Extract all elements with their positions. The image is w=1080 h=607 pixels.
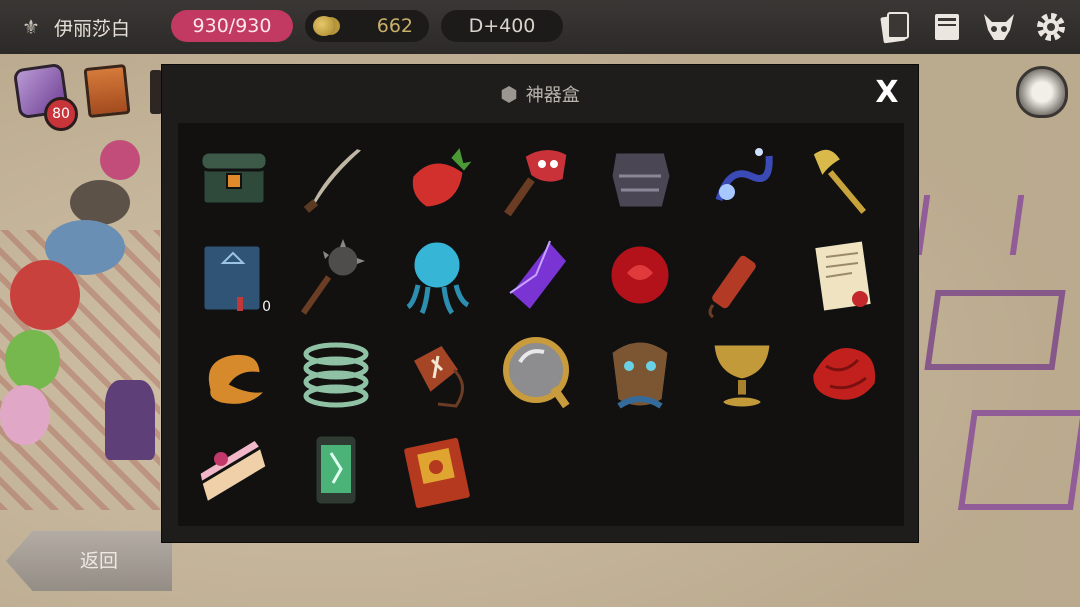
- cube-icon: ⬢: [500, 82, 518, 106]
- red-spellbook-icon[interactable]: [394, 427, 480, 513]
- artifact-slot[interactable]: [389, 228, 485, 324]
- map-rune-tile: [915, 195, 1025, 255]
- strawberry-icon[interactable]: [394, 136, 480, 222]
- gear-icon[interactable]: [1032, 8, 1070, 46]
- hp-display: 930/930: [171, 10, 293, 42]
- character-sprite: [0, 385, 50, 445]
- artifact-slot[interactable]: [491, 325, 587, 421]
- modal-title: 神器盒: [525, 85, 580, 106]
- top-menu-icons: [876, 8, 1070, 46]
- cake-slice-icon[interactable]: [191, 427, 277, 513]
- dark-armor-icon[interactable]: [597, 136, 683, 222]
- character-sprite: [100, 140, 140, 180]
- blue-jellyfish-icon[interactable]: [394, 233, 480, 319]
- artifact-slot[interactable]: [491, 131, 587, 227]
- artifact-slot[interactable]: [592, 325, 688, 421]
- golden-chalice-icon[interactable]: [699, 330, 785, 416]
- green-spring-icon[interactable]: [293, 330, 379, 416]
- artifact-slot[interactable]: [694, 131, 790, 227]
- artifact-slot[interactable]: [795, 325, 891, 421]
- golden-scepter-icon[interactable]: [800, 136, 886, 222]
- treasure-chest-icon[interactable]: [191, 136, 277, 222]
- back-button[interactable]: 返回: [6, 531, 172, 591]
- modal-header: ⬢ 神器盒: [162, 81, 918, 107]
- artifact-slot[interactable]: [592, 131, 688, 227]
- top-bar: ⚜ 伊丽莎白 930/930 662 D+400: [0, 0, 1080, 54]
- party-sprites: [0, 130, 165, 500]
- map-rune-tile: [924, 290, 1066, 370]
- item-count: 0: [262, 299, 271, 315]
- day-counter: D+400: [441, 10, 563, 42]
- spiked-mace-icon[interactable]: [293, 233, 379, 319]
- artifact-grid: 0: [178, 123, 904, 526]
- artifact-slot[interactable]: [389, 422, 485, 518]
- dice-count-badge: 80: [44, 97, 78, 131]
- artifact-slot[interactable]: [288, 131, 384, 227]
- red-cloth-icon[interactable]: [800, 330, 886, 416]
- character-sprite: [5, 330, 60, 390]
- artifact-slot[interactable]: [694, 325, 790, 421]
- artifact-slot[interactable]: 0: [186, 228, 282, 324]
- demon-axe-icon[interactable]: [496, 136, 582, 222]
- purple-crystal-icon[interactable]: [496, 233, 582, 319]
- artifact-slot[interactable]: [389, 325, 485, 421]
- hand-mirror-icon[interactable]: [496, 330, 582, 416]
- golden-serpent-icon[interactable]: [191, 330, 277, 416]
- blue-tome-icon[interactable]: 0: [191, 233, 277, 319]
- rune-amulet-icon[interactable]: [394, 330, 480, 416]
- artifact-slot[interactable]: [795, 131, 891, 227]
- scroll-letter-icon[interactable]: [800, 233, 886, 319]
- artifact-slot[interactable]: [694, 228, 790, 324]
- shield-sword-icon[interactable]: [1016, 66, 1068, 118]
- curved-blade-icon[interactable]: [293, 136, 379, 222]
- journal-icon[interactable]: [928, 8, 966, 46]
- character-sprite: [70, 180, 130, 225]
- dynamite-stick-icon[interactable]: [699, 233, 785, 319]
- artifact-slot[interactable]: [491, 228, 587, 324]
- book-icon[interactable]: [83, 63, 131, 119]
- blue-serpent-staff-icon[interactable]: [699, 136, 785, 222]
- gold-amount: 662: [376, 15, 413, 37]
- artifact-box-modal: ⬢ 神器盒 X 0: [161, 64, 919, 543]
- artifact-slot[interactable]: [288, 228, 384, 324]
- artifact-slot[interactable]: [186, 422, 282, 518]
- artifact-slot[interactable]: [288, 325, 384, 421]
- artifact-slot[interactable]: [186, 131, 282, 227]
- character-sprite: [105, 380, 155, 460]
- player-name: 伊丽莎白: [54, 17, 131, 40]
- green-capsule-icon[interactable]: [293, 427, 379, 513]
- red-rose-icon[interactable]: [597, 233, 683, 319]
- artifact-slot[interactable]: [389, 131, 485, 227]
- map-rune-tile: [957, 410, 1080, 510]
- close-button[interactable]: X: [872, 77, 902, 109]
- artifact-slot[interactable]: [592, 228, 688, 324]
- character-sprite: [10, 260, 80, 330]
- artifact-slot[interactable]: [288, 422, 384, 518]
- artifact-slot[interactable]: [186, 325, 282, 421]
- player-emblem-icon: ⚜: [22, 15, 40, 39]
- demon-skull-icon[interactable]: [980, 8, 1018, 46]
- wooden-mask-icon[interactable]: [597, 330, 683, 416]
- artifact-slot[interactable]: [795, 228, 891, 324]
- cards-icon[interactable]: [876, 8, 914, 46]
- gold-display: 662: [305, 10, 429, 42]
- coin-icon: [313, 16, 335, 36]
- player-info: ⚜ 伊丽莎白: [18, 12, 130, 42]
